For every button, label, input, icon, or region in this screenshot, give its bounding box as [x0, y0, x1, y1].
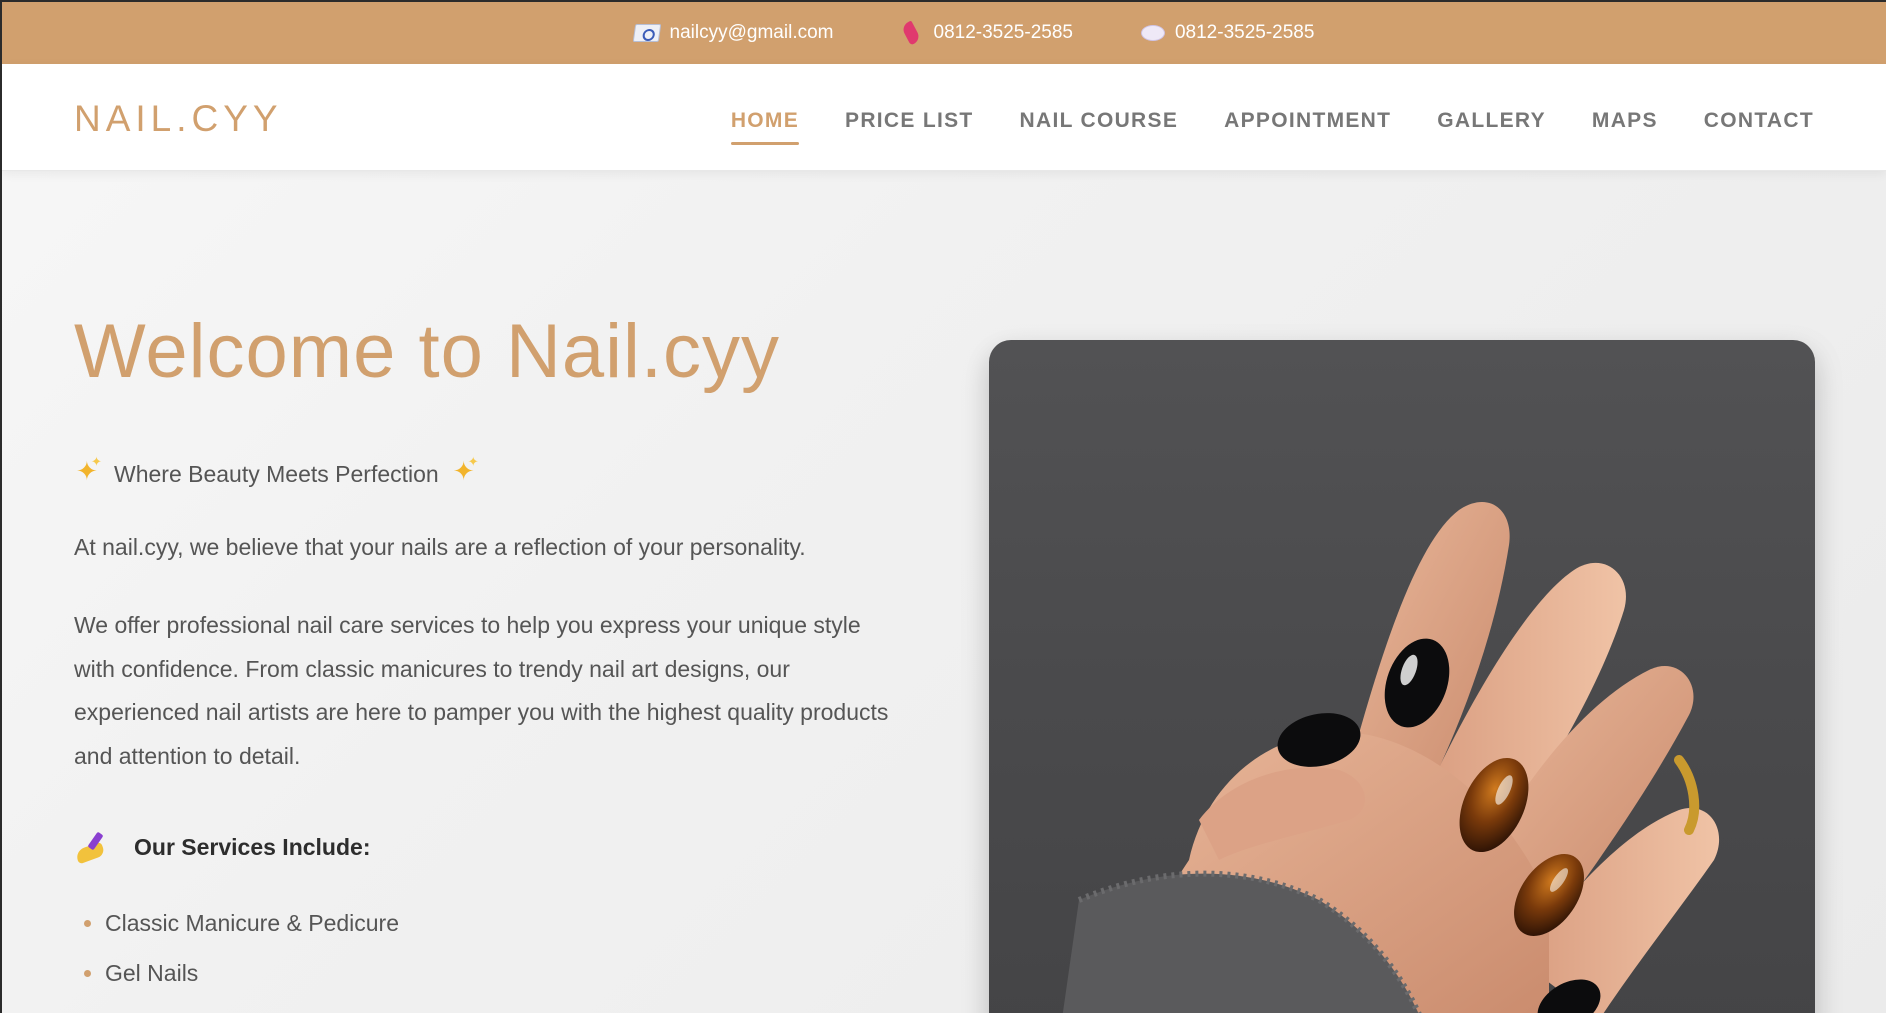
list-item: Gel Nails: [74, 948, 399, 998]
sparkles-icon: [74, 454, 102, 488]
phone-icon: [902, 21, 924, 45]
chat-bubble-icon: [1140, 25, 1165, 41]
hero-tagline: Where Beauty Meets Perfection: [74, 454, 479, 488]
list-item: Classic Manicure & Pedicure: [74, 898, 399, 948]
hero-title: Welcome to Nail.cyy: [74, 309, 781, 394]
main-nav: HOME PRICE LIST NAIL COURSE APPOINTMENT …: [730, 109, 1814, 145]
nav-maps[interactable]: MAPS: [1592, 109, 1658, 145]
phone-text[interactable]: 0812-3525-2585: [934, 22, 1073, 44]
hero-description: We offer professional nail care services…: [74, 612, 889, 769]
services-heading: Our Services Include:: [74, 830, 370, 864]
services-list: Classic Manicure & Pedicure Gel Nails Na…: [74, 898, 399, 1013]
nail-polish-icon: [74, 830, 110, 864]
nav-contact[interactable]: CONTACT: [1704, 109, 1814, 145]
site-logo[interactable]: NAIL.CYY: [74, 98, 283, 140]
email-text[interactable]: nailcyy@gmail.com: [670, 22, 834, 44]
top-info-bar: nailcyy@gmail.com 0812-3525-2585 0812-35…: [2, 2, 1886, 64]
email-contact[interactable]: nailcyy@gmail.com: [632, 22, 834, 44]
sparkles-icon: [451, 454, 479, 488]
nav-price-list[interactable]: PRICE LIST: [845, 109, 974, 145]
nav-nail-course[interactable]: NAIL COURSE: [1020, 109, 1179, 145]
main-header: NAIL.CYY HOME PRICE LIST NAIL COURSE APP…: [2, 64, 1886, 171]
phone-contact[interactable]: 0812-3525-2585: [902, 21, 1073, 45]
email-icon: [632, 24, 661, 42]
hero-intro: At nail.cyy, we believe that your nails …: [74, 534, 806, 560]
nav-gallery[interactable]: GALLERY: [1437, 109, 1546, 145]
nav-home[interactable]: HOME: [730, 109, 800, 145]
page: nailcyy@gmail.com 0812-3525-2585 0812-35…: [0, 0, 1886, 1013]
chat-text[interactable]: 0812-3525-2585: [1175, 22, 1314, 44]
list-item: Nail Art & Custom Design: [74, 998, 399, 1013]
chat-contact[interactable]: 0812-3525-2585: [1140, 22, 1314, 44]
nav-appointment[interactable]: APPOINTMENT: [1224, 109, 1391, 145]
manicure-hand-illustration: [1062, 502, 1719, 1013]
hero-image: [989, 340, 1815, 1013]
tagline-text: Where Beauty Meets Perfection: [114, 460, 439, 487]
services-heading-text: Our Services Include:: [134, 833, 371, 860]
